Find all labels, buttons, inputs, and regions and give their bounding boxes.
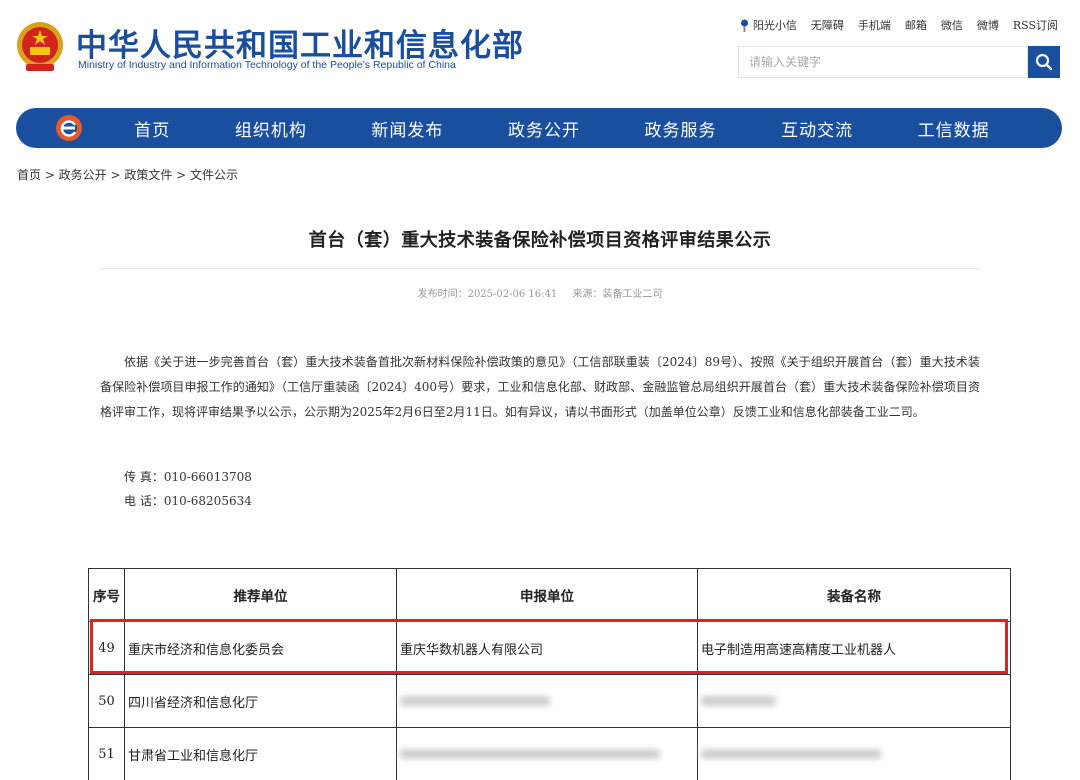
top-link-wechat[interactable]: 微信 [941,17,963,33]
top-link-mobile[interactable]: 手机端 [858,17,891,33]
search-icon [1035,53,1053,71]
table-row: 50 四川省经济和信息化厅 [88,674,1011,728]
national-emblem-icon[interactable] [14,20,66,74]
top-link-accessibility[interactable]: 无障碍 [811,17,844,33]
cell-equipment: 电子制造用高速高精度工业机器人 [697,621,1011,675]
site-header: 中华人民共和国工业和信息化部 Ministry of Industry and … [0,0,1080,100]
cell-equipment-blurred [697,727,1011,780]
phone-line: 电 话：010-68205634 [124,494,252,508]
table-row: 51 甘肃省工业和信息化厅 [88,727,1011,780]
nav-item-organization[interactable]: 组织机构 [235,116,307,141]
nav-item-home[interactable]: 首页 [134,116,170,141]
cell-num: 50 [88,674,125,728]
blurred-text [400,696,550,706]
search-button[interactable] [1028,46,1060,78]
results-table-wrap: 序号 推荐单位 申报单位 装备名称 49 重庆市经济和信息化委员会 重庆华数机器… [88,568,1011,780]
blurred-text [701,749,881,759]
nav-item-interaction[interactable]: 互动交流 [781,116,853,141]
col-header-num: 序号 [88,568,125,622]
top-link-mail[interactable]: 邮箱 [905,17,927,33]
article-meta: 发布时间：2025-02-06 16:41 来源：装备工业二司 [0,285,1080,300]
cell-equipment-blurred [697,674,1011,728]
col-header-recommender: 推荐单位 [124,568,397,622]
top-link-label: 阳光小信 [752,19,797,32]
pin-icon [740,19,748,32]
fax-line: 传 真：010-66013708 [124,470,252,484]
article-body: 依据《关于进一步完善首台（套）重大技术装备首批次新材料保险补偿政策的意见》（工信… [100,355,980,419]
nav-item-government-affairs[interactable]: 政务公开 [508,116,580,141]
top-link-sunshine[interactable]: 阳光小信 [740,17,797,33]
top-link-weibo[interactable]: 微博 [977,17,999,33]
blurred-text [400,749,660,759]
breadcrumb[interactable]: 首页 > 政务公开 > 政策文件 > 文件公示 [17,166,238,183]
cell-applicant-blurred [396,727,698,780]
top-links: 阳光小信 无障碍 手机端 邮箱 微信 微博 RSS订阅 [740,17,1058,33]
blurred-text [701,696,776,706]
nav-items: 首页 组织机构 新闻发布 政务公开 政务服务 互动交流 工信数据 [102,116,1062,141]
results-table: 序号 推荐单位 申报单位 装备名称 49 重庆市经济和信息化委员会 重庆华数机器… [88,568,1011,780]
nav-item-news[interactable]: 新闻发布 [371,116,443,141]
table-row: 49 重庆市经济和信息化委员会 重庆华数机器人有限公司 电子制造用高速高精度工业… [88,621,1011,675]
search-box [738,46,1028,78]
top-link-rss[interactable]: RSS订阅 [1013,17,1058,33]
cell-recommender: 重庆市经济和信息化委员会 [124,621,397,675]
cell-num: 51 [88,727,125,780]
col-header-applicant: 申报单位 [396,568,698,622]
nav-item-data[interactable]: 工信数据 [918,116,990,141]
article-source: 来源：装备工业二司 [572,289,663,300]
cell-num: 49 [88,621,125,675]
main-nav: 首页 组织机构 新闻发布 政务公开 政务服务 互动交流 工信数据 [16,108,1062,148]
cell-applicant-blurred [396,674,698,728]
title-divider [100,268,980,269]
e-logo-icon[interactable] [54,113,84,143]
cell-applicant: 重庆华数机器人有限公司 [396,621,698,675]
search-input[interactable] [739,47,1027,77]
site-subtitle: Ministry of Industry and Information Tec… [78,59,456,71]
col-header-equipment: 装备名称 [697,568,1011,622]
cell-recommender: 四川省经济和信息化厅 [124,674,397,728]
nav-item-services[interactable]: 政务服务 [645,116,717,141]
cell-recommender: 甘肃省工业和信息化厅 [124,727,397,780]
publish-time: 发布时间：2025-02-06 16:41 [417,289,558,300]
article-title: 首台（套）重大技术装备保险补偿项目资格评审结果公示 [308,230,772,251]
table-header-row: 序号 推荐单位 申报单位 装备名称 [88,568,1011,622]
